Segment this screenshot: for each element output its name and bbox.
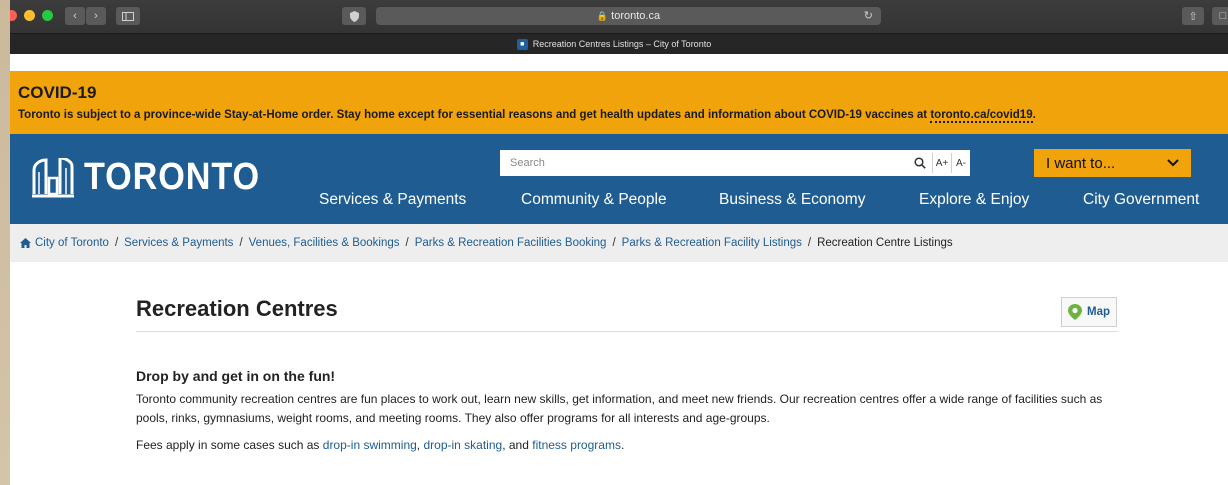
intro-paragraph: Toronto community recreation centres are… (136, 392, 1103, 425)
drop-in-skating-link[interactable]: drop-in skating (423, 438, 502, 452)
font-decrease-button[interactable]: A- (951, 153, 970, 173)
main-navigation: Services & Payments Community & People B… (10, 191, 1228, 217)
back-button[interactable]: ‹ (65, 7, 85, 25)
tab-title[interactable]: Recreation Centres Listings – City of To… (533, 39, 711, 49)
tab-overview-button[interactable]: □ (1212, 7, 1228, 25)
nav-community-people[interactable]: Community & People (521, 191, 667, 209)
share-icon: ⇧ (1188, 10, 1198, 23)
search-bar: A+ A- (500, 150, 970, 176)
breadcrumb-separator: / (114, 237, 119, 249)
fees-paragraph: Fees apply in some cases such as drop-in… (136, 436, 1121, 455)
fees-separator: , and (502, 438, 529, 452)
i-want-to-dropdown[interactable]: I want to... (1034, 149, 1191, 177)
covid-message-end: . (1032, 109, 1036, 121)
close-window-button[interactable] (10, 10, 17, 21)
privacy-report-button[interactable] (342, 7, 366, 25)
breadcrumb-separator: / (612, 237, 616, 249)
nav-services-payments[interactable]: Services & Payments (319, 191, 466, 209)
window-controls (10, 10, 53, 21)
breadcrumb-current: Recreation Centre Listings (817, 237, 953, 249)
chevron-right-icon: › (94, 10, 98, 22)
browser-window: ‹ › 🔒 toronto.ca ↻ ⇧ □ ■ Recreation Cent… (10, 0, 1228, 485)
shield-icon (349, 10, 359, 22)
chevron-down-icon (1167, 159, 1179, 167)
breadcrumb-separator: / (807, 237, 812, 249)
search-button[interactable] (908, 157, 932, 169)
fees-end: . (620, 438, 625, 452)
zoom-window-button[interactable] (42, 10, 53, 21)
drop-in-swimming-link[interactable]: drop-in swimming (323, 438, 417, 452)
search-icon (914, 157, 926, 169)
address-text: toronto.ca (611, 10, 661, 22)
page-title: Recreation Centres (136, 296, 338, 321)
tabs-icon: □ (1219, 10, 1227, 22)
font-increase-button[interactable]: A+ (932, 153, 951, 173)
site-header: TORONTO A+ A- I want to... Services & Pa… (10, 134, 1228, 224)
covid-message-text: Toronto is subject to a province-wide St… (18, 109, 928, 121)
home-icon (20, 238, 31, 248)
breadcrumb-facility-listings[interactable]: Parks & Recreation Facility Listings (622, 237, 802, 249)
breadcrumb-facilities-booking[interactable]: Parks & Recreation Facilities Booking (415, 237, 607, 249)
history-buttons: ‹ › (65, 7, 106, 25)
tab-bar: ■ Recreation Centres Listings – City of … (10, 33, 1228, 54)
address-bar[interactable]: 🔒 toronto.ca ↻ (376, 7, 881, 25)
nav-explore-enjoy[interactable]: Explore & Enjoy (919, 191, 1029, 209)
map-button-label: Map (1087, 306, 1110, 318)
breadcrumb-services-payments[interactable]: Services & Payments (124, 237, 233, 249)
chevron-left-icon: ‹ (73, 10, 77, 22)
breadcrumb-separator: / (405, 237, 409, 249)
forward-button[interactable]: › (86, 7, 106, 25)
breadcrumb-separator: / (239, 237, 243, 249)
covid-link[interactable]: toronto.ca/covid19 (930, 109, 1033, 123)
sidebar-toggle-button[interactable] (116, 7, 140, 25)
section-subheading: Drop by and get in on the fun! (136, 368, 336, 384)
breadcrumb-venues-facilities[interactable]: Venues, Facilities & Bookings (249, 237, 400, 249)
minimize-window-button[interactable] (24, 10, 35, 21)
nav-city-government[interactable]: City Government (1083, 191, 1199, 209)
reload-icon[interactable]: ↻ (864, 9, 873, 22)
fees-separator: , (416, 438, 421, 452)
fitness-programs-link[interactable]: fitness programs (532, 438, 621, 452)
map-pin-icon (1068, 304, 1082, 320)
title-divider (136, 331, 1118, 332)
share-button[interactable]: ⇧ (1182, 7, 1204, 25)
i-want-to-label: I want to... (1046, 154, 1116, 172)
lock-icon: 🔒 (596, 10, 609, 21)
city-favicon-icon: ■ (516, 38, 528, 50)
covid-alert-banner: COVID-19 Toronto is subject to a provinc… (10, 71, 1228, 134)
covid-message: Toronto is subject to a province-wide St… (18, 109, 1036, 123)
breadcrumb-city-of-toronto[interactable]: City of Toronto (35, 237, 109, 249)
breadcrumb: City of Toronto / Services & Payments / … (10, 224, 1228, 262)
search-input[interactable] (500, 151, 908, 175)
fees-prefix: Fees apply in some cases such as (136, 438, 320, 452)
nav-business-economy[interactable]: Business & Economy (719, 191, 865, 209)
sidebar-icon (122, 11, 134, 21)
map-button[interactable]: Map (1061, 297, 1117, 327)
covid-title: COVID-19 (18, 83, 97, 102)
